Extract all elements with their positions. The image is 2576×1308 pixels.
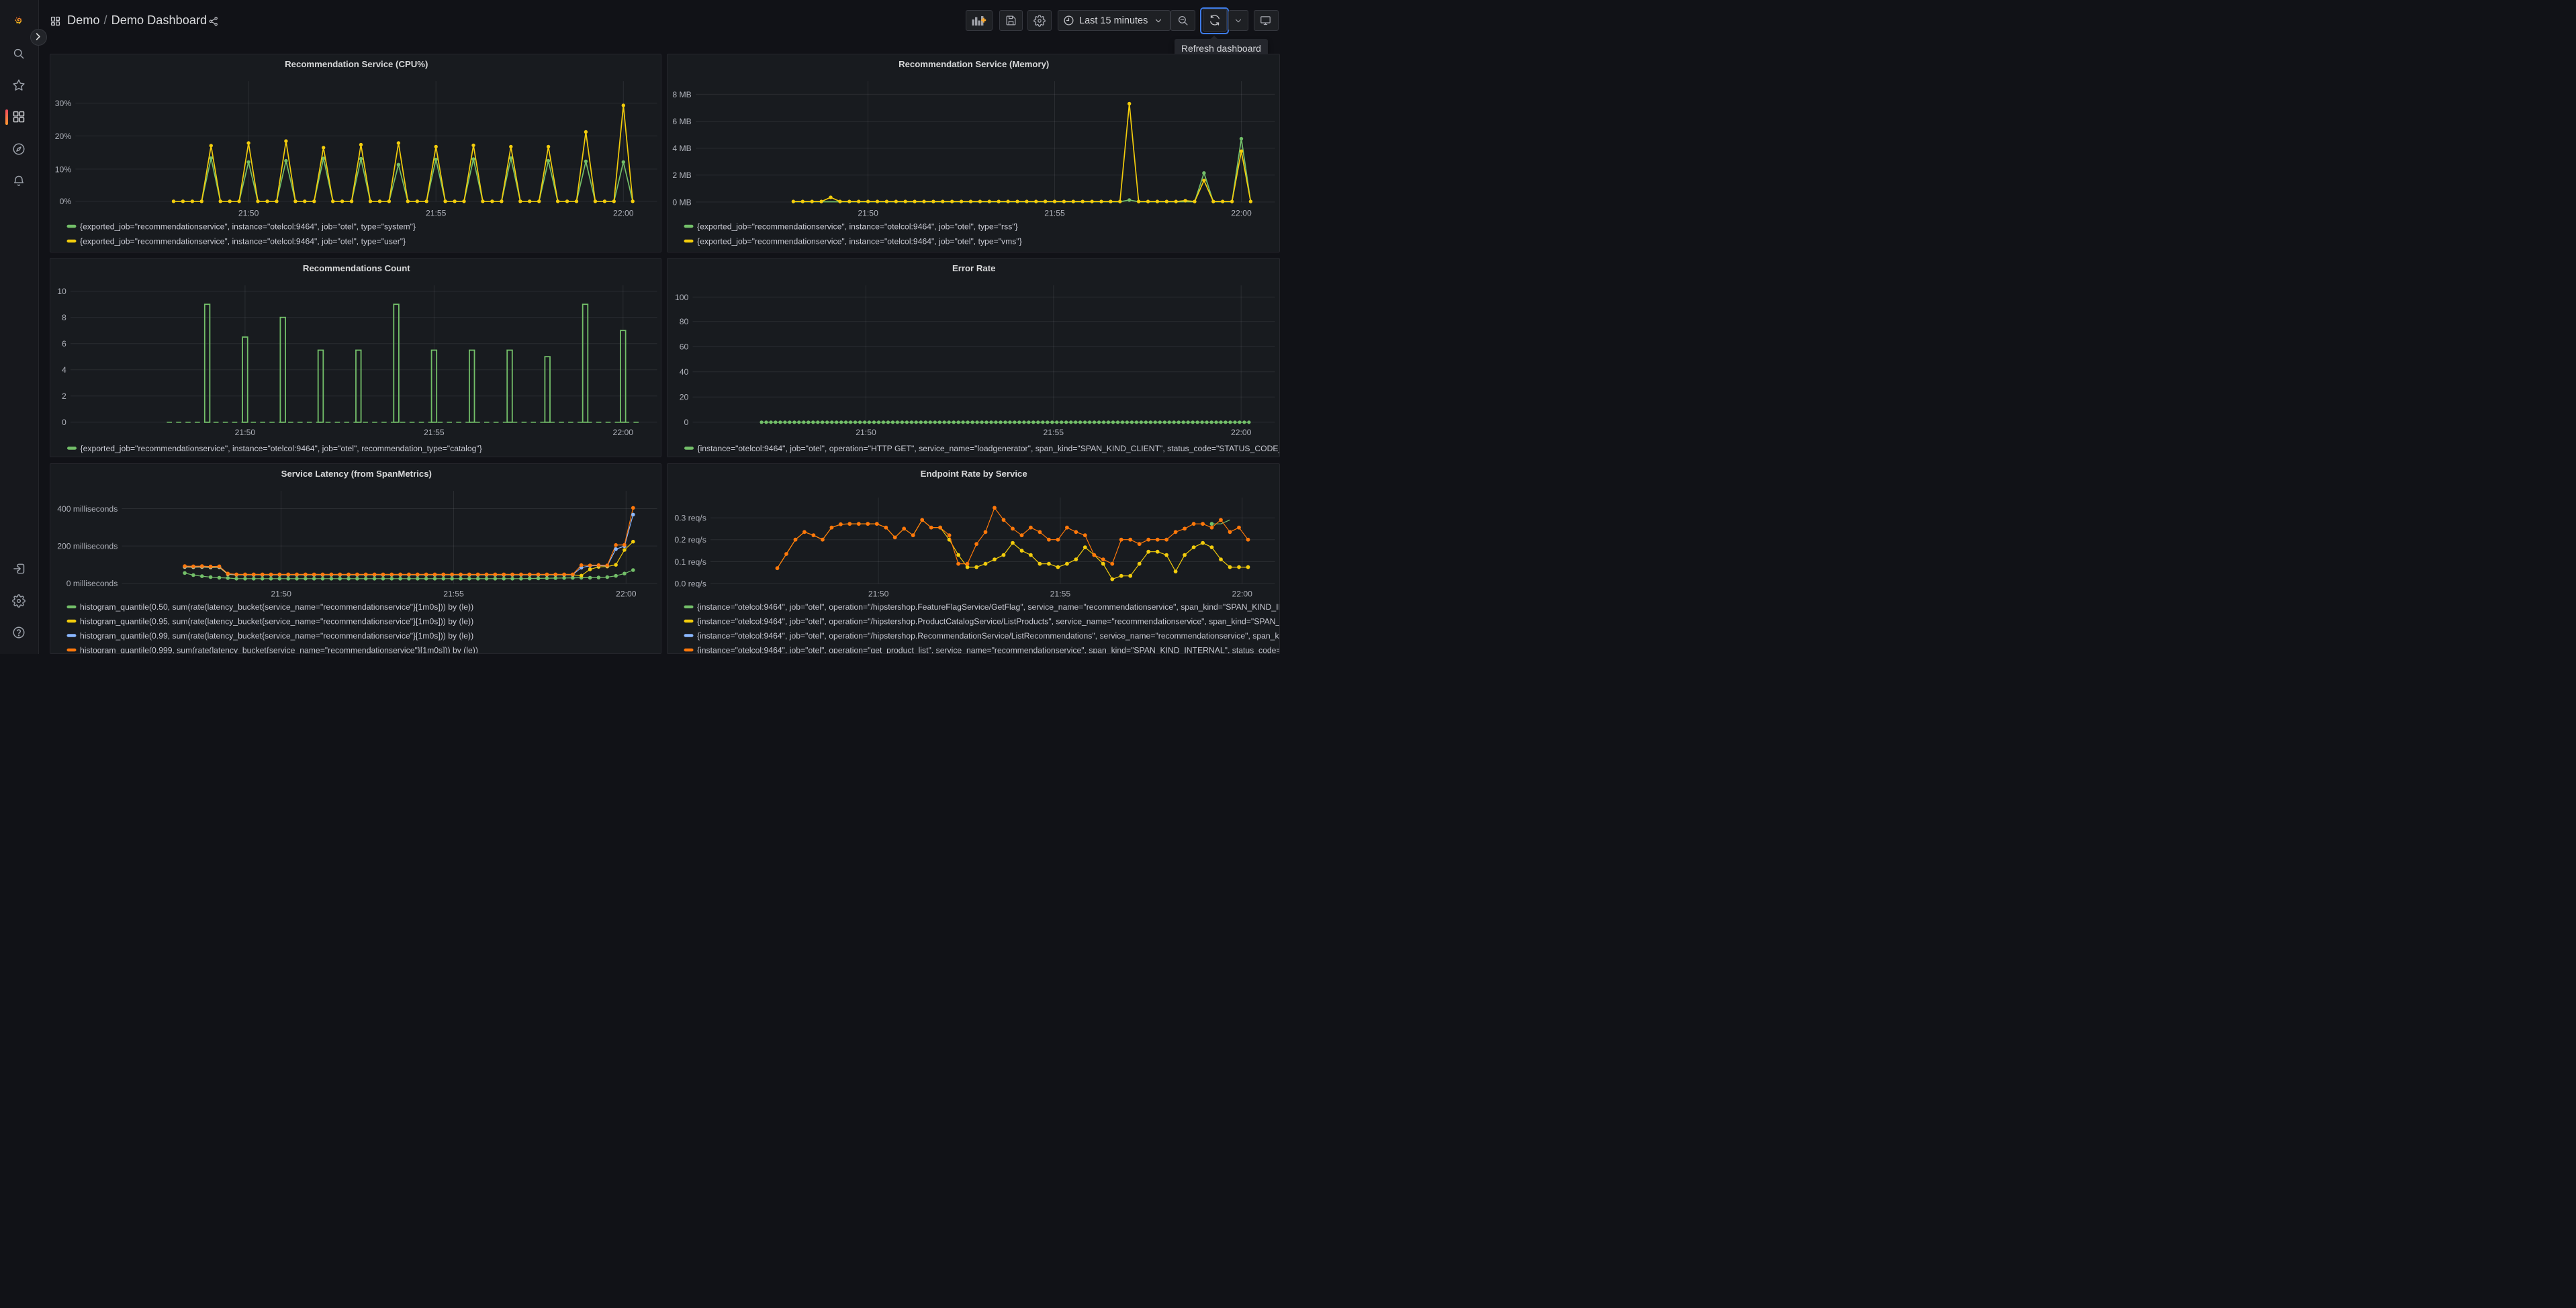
svg-text:30%: 30% xyxy=(54,99,71,108)
svg-text:histogram_quantile(0.999, sum(: histogram_quantile(0.999, sum(rate(laten… xyxy=(80,645,478,654)
svg-text:22:00: 22:00 xyxy=(1232,589,1252,598)
svg-text:{exported_job="recommendations: {exported_job="recommendationservice", i… xyxy=(697,222,1018,231)
svg-text:{instance="otelcol:9464", job=: {instance="otelcol:9464", job="otel", op… xyxy=(697,645,1280,654)
svg-text:6: 6 xyxy=(62,339,66,348)
svg-text:Recommendation Service (CPU%): Recommendation Service (CPU%) xyxy=(285,59,428,69)
svg-text:2 MB: 2 MB xyxy=(672,171,691,180)
svg-text:22:00: 22:00 xyxy=(1231,208,1252,218)
svg-text:21:55: 21:55 xyxy=(425,208,446,218)
svg-text:0: 0 xyxy=(684,418,689,427)
svg-text:0: 0 xyxy=(62,418,66,427)
svg-text:60: 60 xyxy=(680,342,689,352)
svg-text:histogram_quantile(0.95, sum(r: histogram_quantile(0.95, sum(rate(latenc… xyxy=(80,616,473,626)
svg-text:0.3 req/s: 0.3 req/s xyxy=(674,513,706,522)
svg-text:Error Rate: Error Rate xyxy=(952,263,996,273)
svg-text:{exported_job="recommendations: {exported_job="recommendationservice", i… xyxy=(697,236,1022,246)
svg-text:8: 8 xyxy=(62,313,66,322)
svg-text:20: 20 xyxy=(680,393,689,402)
svg-text:10: 10 xyxy=(57,287,66,296)
svg-text:21:55: 21:55 xyxy=(1044,208,1065,218)
svg-text:6 MB: 6 MB xyxy=(672,117,691,126)
svg-text:400 milliseconds: 400 milliseconds xyxy=(57,504,118,513)
svg-text:Endpoint Rate by Service: Endpoint Rate by Service xyxy=(921,469,1027,479)
svg-text:8 MB: 8 MB xyxy=(672,90,691,99)
svg-text:4: 4 xyxy=(62,365,66,375)
svg-text:22:00: 22:00 xyxy=(613,208,634,218)
svg-text:200 milliseconds: 200 milliseconds xyxy=(57,541,118,551)
svg-text:10%: 10% xyxy=(54,165,71,174)
svg-text:histogram_quantile(0.50, sum(r: histogram_quantile(0.50, sum(rate(latenc… xyxy=(80,602,473,612)
svg-text:0.2 req/s: 0.2 req/s xyxy=(674,535,706,545)
svg-text:{exported_job="recommendations: {exported_job="recommendationservice", i… xyxy=(80,444,481,453)
svg-text:Recommendations Count: Recommendations Count xyxy=(302,263,410,273)
svg-text:21:55: 21:55 xyxy=(1050,589,1071,598)
svg-text:histogram_quantile(0.99, sum(r: histogram_quantile(0.99, sum(rate(latenc… xyxy=(80,630,473,640)
svg-text:Service Latency (from SpanMetr: Service Latency (from SpanMetrics) xyxy=(281,469,431,479)
svg-text:22:00: 22:00 xyxy=(616,589,637,598)
svg-text:21:50: 21:50 xyxy=(238,208,259,218)
svg-text:100: 100 xyxy=(675,293,689,302)
svg-text:21:50: 21:50 xyxy=(234,428,255,437)
svg-text:21:55: 21:55 xyxy=(424,428,445,437)
svg-text:21:55: 21:55 xyxy=(443,589,464,598)
svg-text:{instance="otelcol:9464", job=: {instance="otelcol:9464", job="otel", op… xyxy=(697,602,1280,612)
svg-text:{instance="otelcol:9464", job=: {instance="otelcol:9464", job="otel", op… xyxy=(698,444,1280,453)
svg-text:4 MB: 4 MB xyxy=(672,144,691,153)
svg-text:{exported_job="recommendations: {exported_job="recommendationservice", i… xyxy=(80,236,406,246)
svg-text:{exported_job="recommendations: {exported_job="recommendationservice", i… xyxy=(80,222,416,231)
svg-text:Recommendation Service (Memory: Recommendation Service (Memory) xyxy=(899,59,1049,69)
svg-text:0.1 req/s: 0.1 req/s xyxy=(674,557,706,566)
svg-text:22:00: 22:00 xyxy=(612,428,633,437)
svg-text:21:50: 21:50 xyxy=(271,589,291,598)
svg-text:0%: 0% xyxy=(59,197,71,206)
svg-text:21:50: 21:50 xyxy=(858,208,878,218)
svg-text:21:50: 21:50 xyxy=(856,428,876,437)
svg-text:80: 80 xyxy=(680,317,689,326)
svg-text:21:55: 21:55 xyxy=(1044,428,1064,437)
svg-text:0 milliseconds: 0 milliseconds xyxy=(66,579,118,588)
svg-text:{instance="otelcol:9464", job=: {instance="otelcol:9464", job="otel", op… xyxy=(697,630,1280,640)
svg-text:40: 40 xyxy=(680,367,689,377)
svg-text:22:00: 22:00 xyxy=(1231,428,1252,437)
svg-text:0 MB: 0 MB xyxy=(672,197,691,207)
svg-text:20%: 20% xyxy=(54,132,71,141)
svg-text:{instance="otelcol:9464", job=: {instance="otelcol:9464", job="otel", op… xyxy=(697,616,1280,626)
svg-text:21:50: 21:50 xyxy=(868,589,889,598)
svg-text:0.0 req/s: 0.0 req/s xyxy=(674,579,706,588)
svg-text:2: 2 xyxy=(62,391,66,401)
